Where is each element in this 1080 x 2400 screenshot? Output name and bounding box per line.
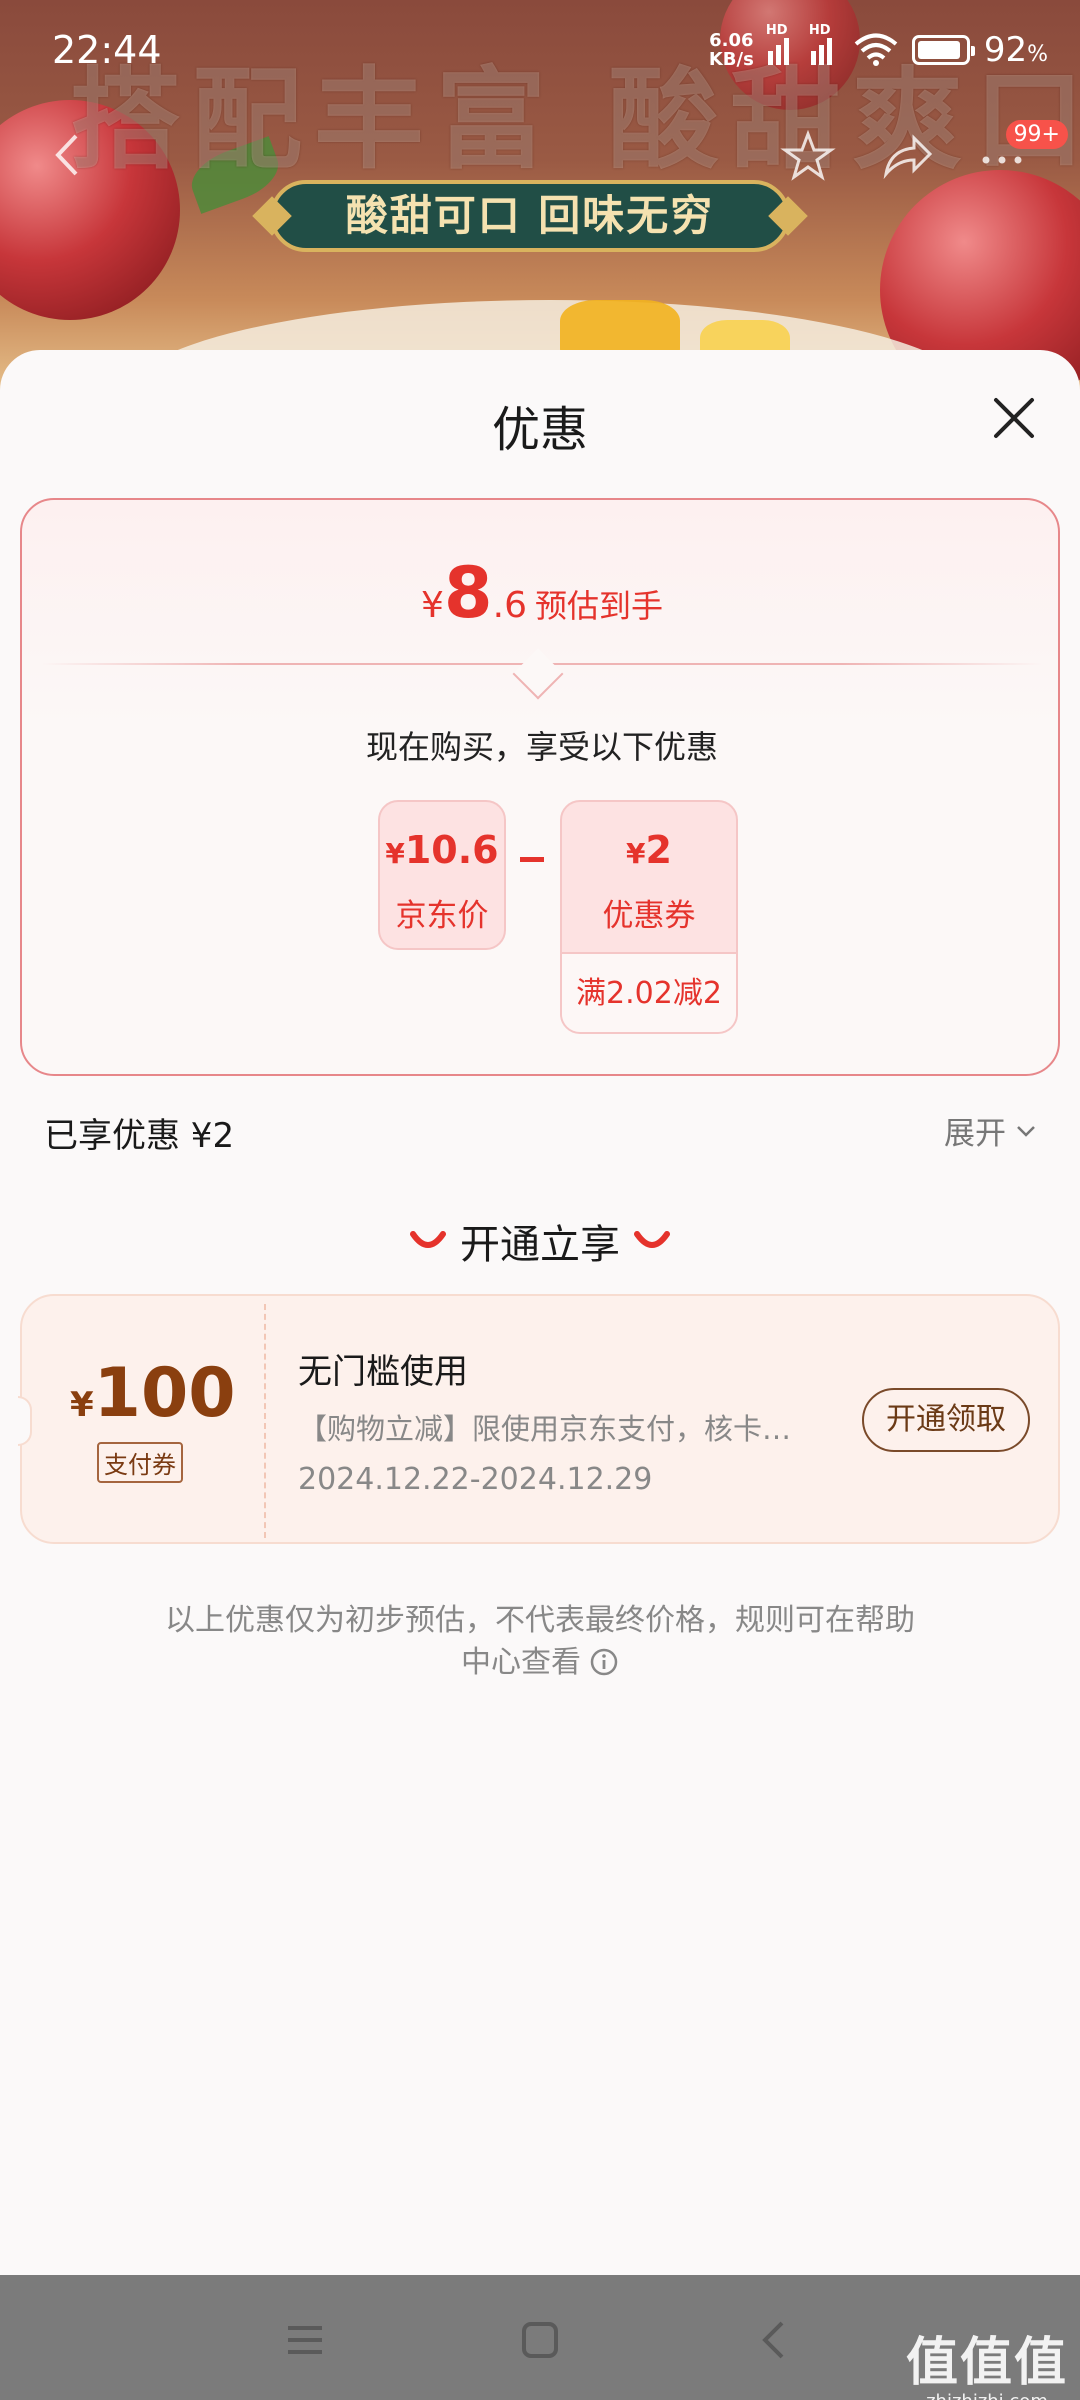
star-icon[interactable] [778,126,838,186]
disclaimer-line-1: 以上优惠仅为初步预估，不代表最终价格，规则可在帮助 [165,1603,915,1638]
coupon-date-range: 2024.12.22-2024.12.29 [298,1462,653,1497]
battery-text: 92% [984,30,1048,70]
status-icons: 6.06 KB/s HD HD 92% [709,23,1048,70]
coupon-description: 【购物立减】限使用京东支付，核卡… [298,1412,792,1446]
ticket-separator [264,1304,266,1538]
wifi-icon [854,33,898,66]
menu-icon[interactable] [280,2315,330,2365]
expand-button[interactable]: 展开 [944,1108,1038,1153]
currency-symbol: ¥ [385,837,405,870]
sheet-title: 优惠 [491,402,588,458]
coupon-condition: 无门槛使用 [298,1352,468,1392]
message-badge: 99+ [1005,120,1068,149]
coupon-label: 优惠券 [602,898,696,934]
coupon-amount: ¥2 [562,828,736,872]
chevron-down-icon [1017,1125,1035,1137]
product-nav-row: 99+ [0,120,1080,190]
estimated-price: ¥8.6 预估到手 [22,552,1062,634]
status-time: 22:44 [52,28,162,72]
estimated-price-integer: 8 [443,552,493,634]
battery-unit: % [1027,42,1048,67]
coupon-value: 2 [645,828,672,872]
enjoyed-discount-row: 已享优惠 ¥2 展开 [0,1108,1080,1168]
minus-sign [520,857,544,862]
divider-notch [512,648,564,700]
coupon-amount: ¥100 [70,1354,236,1433]
smile-decoration-icon [410,1231,446,1248]
expand-label: 展开 [944,1116,1006,1152]
back-arrow-icon[interactable] [48,130,84,180]
claim-button[interactable]: 开通领取 [862,1388,1030,1452]
banner-subtitle: 酸甜可口 回味无穷 [270,180,790,252]
jd-price-amount: ¥10.6 [380,828,504,872]
estimated-price-decimal: .6 [492,585,527,626]
net-speed: 6.06 KB/s [709,31,754,69]
smile-decoration-icon [634,1231,670,1248]
close-icon[interactable] [984,388,1044,448]
signal-icon: HD [809,23,840,65]
watermark-logo-text: 值值值 [905,2333,1068,2393]
jd-price-box: ¥10.6 京东价 [378,800,506,950]
disclaimer-line-2-row: 中心查看 [130,1642,950,1684]
jd-price-value: 10.6 [404,828,499,872]
hd-label: HD [808,23,831,38]
coupon-box: ¥2 优惠券 满2.02减2 [560,800,738,1034]
disclaimer-line-2: 中心查看 [461,1645,581,1680]
disclaimer: 以上优惠仅为初步预估，不代表最终价格，规则可在帮助 中心查看 [130,1600,950,1684]
currency-symbol: ¥ [626,837,646,870]
jd-price-label: 京东价 [395,898,489,934]
watermark-url: zhizhizhi.com [906,2391,1068,2400]
coupon-amount-value: 100 [93,1354,236,1433]
enjoy-text: 现在购买，享受以下优惠 [365,728,718,766]
payment-coupon-card: ¥100 支付券 无门槛使用 【购物立减】限使用京东支付，核卡… 2024.12… [18,1294,1060,1544]
open-section-header: 开通立享 [0,1212,1080,1270]
currency-symbol: ¥ [70,1385,94,1425]
coupon-rule: 满2.02减2 [562,952,736,1032]
home-icon[interactable] [515,2315,565,2365]
enjoyed-discount-text: 已享优惠 ¥2 [44,1116,235,1156]
price-summary-card: ¥8.6 预估到手 现在购买，享受以下优惠 ¥10.6 京东价 ¥2 优惠券 满2… [20,498,1060,1076]
signal-icon: HD [766,23,797,65]
currency-symbol: ¥ [421,585,444,626]
open-section-title: 开通立享 [460,1222,620,1268]
battery-fill [917,41,961,59]
net-speed-value: 6.06 [709,30,754,51]
coupon-type-tag: 支付券 [97,1442,183,1483]
ticket-notch [18,1396,32,1446]
status-bar: 22:44 6.06 KB/s HD HD 92% [0,0,1080,100]
watermark: 值值值 zhizhizhi.com [906,2320,1068,2400]
back-icon[interactable] [750,2315,800,2365]
info-icon[interactable] [589,1647,619,1677]
net-speed-unit: KB/s [708,49,754,70]
app-root: 搭配丰富 酸甜爽口 酸甜可口 回味无穷 22:44 6.06 KB/s HD H… [0,0,1080,2400]
discount-sheet: 优惠 ¥8.6 预估到手 现在购买，享受以下优惠 ¥10.6 京东价 ¥2 优惠券… [0,350,1080,2275]
estimated-price-label: 预估到手 [534,587,663,625]
battery-icon [911,35,975,65]
battery-percent: 92 [983,30,1028,70]
hd-label: HD [765,23,788,38]
share-icon[interactable] [876,126,936,186]
